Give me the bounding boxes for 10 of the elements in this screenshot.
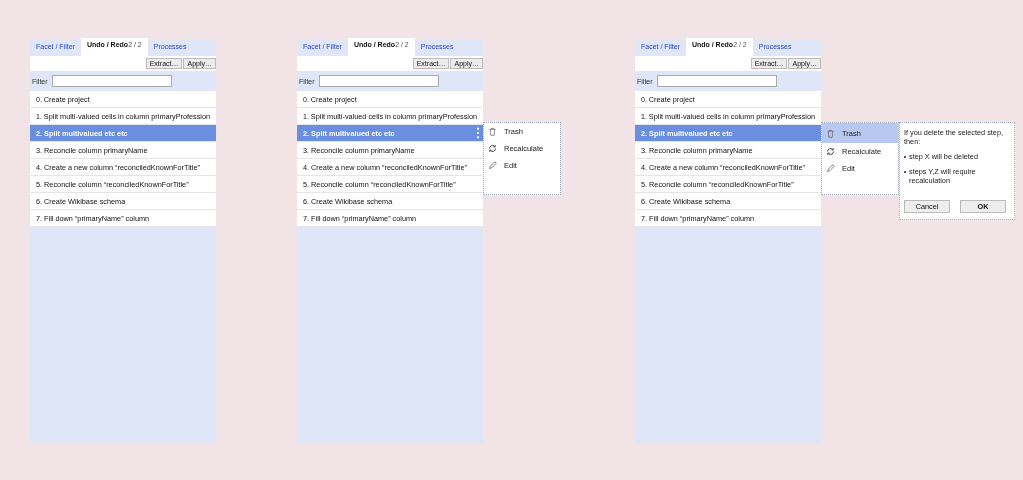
refresh-icon <box>488 144 497 153</box>
trash-icon <box>488 127 497 136</box>
filter-field[interactable] <box>318 75 439 87</box>
refresh-icon <box>826 147 835 156</box>
more-icon[interactable] <box>476 127 480 139</box>
filter-field[interactable] <box>656 75 777 87</box>
trash-icon <box>826 128 835 138</box>
pencil-icon <box>826 164 835 173</box>
filter-field[interactable] <box>51 75 172 87</box>
pencil-icon <box>488 161 497 170</box>
